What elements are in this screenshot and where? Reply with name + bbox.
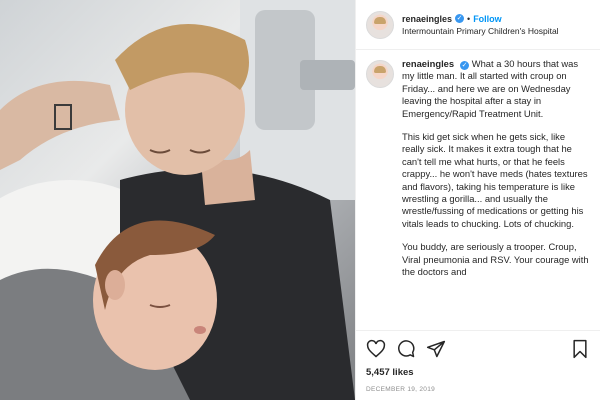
caption-paragraph-3: You buddy, are seriously a trooper. Crou…	[402, 241, 589, 278]
post-date: DECEMBER 19, 2019	[366, 386, 436, 393]
bookmark-icon[interactable]	[570, 339, 590, 359]
action-icons	[366, 339, 590, 359]
location-link[interactable]: Intermountain Primary Children's Hospita…	[402, 25, 559, 37]
caption-username[interactable]: renaeingles	[402, 58, 454, 69]
likes-count[interactable]: 5,457 likes	[366, 367, 590, 378]
caption-row: renaeingles ✓ What a 30 hours that was my…	[366, 58, 590, 290]
header-line: renaeingles ✓ • Follow	[402, 13, 559, 25]
post-photo[interactable]	[0, 0, 355, 400]
header-text: renaeingles ✓ • Follow Intermountain Pri…	[402, 13, 559, 37]
post-header: renaeingles ✓ • Follow Intermountain Pri…	[356, 0, 600, 50]
avatar[interactable]	[366, 10, 394, 39]
heart-icon[interactable]	[366, 339, 386, 359]
verified-badge-icon: ✓	[455, 14, 465, 23]
separator-dot: •	[467, 13, 471, 24]
share-icon[interactable]	[426, 339, 446, 359]
caption-text: renaeingles ✓ What a 30 hours that was my…	[402, 58, 590, 290]
follow-button[interactable]: Follow	[473, 13, 502, 25]
caption-paragraph-2: This kid get sick when he gets sick, lik…	[402, 131, 588, 229]
caption-area: renaeingles ✓ What a 30 hours that was my…	[356, 58, 600, 330]
caption-paragraph-1: renaeingles ✓ What a 30 hours that was my…	[402, 58, 590, 120]
username-link[interactable]: renaeingles	[402, 13, 452, 25]
caption-verified-badge-icon: ✓	[460, 61, 470, 70]
photo-illustration	[0, 0, 355, 400]
comment-icon[interactable]	[396, 339, 416, 359]
actions-area: 5,457 likes DECEMBER 19, 2019	[356, 330, 600, 400]
post-sidebar: renaeingles ✓ • Follow Intermountain Pri…	[355, 0, 600, 400]
caption-avatar[interactable]	[366, 60, 394, 88]
instagram-post: renaeingles ✓ • Follow Intermountain Pri…	[0, 0, 600, 400]
